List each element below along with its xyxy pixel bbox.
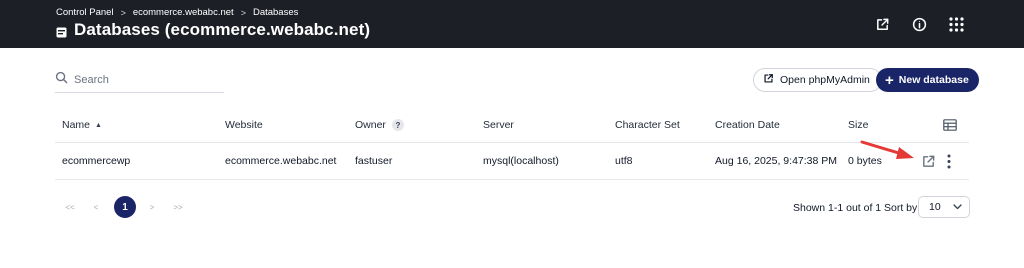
- table-row[interactable]: ecommercewp ecommerce.webabc.net fastuse…: [55, 143, 969, 180]
- column-header-owner[interactable]: Owner ?: [355, 108, 404, 142]
- plus-icon: +: [885, 71, 894, 89]
- open-phpmyadmin-label: Open phpMyAdmin: [780, 74, 870, 86]
- cell-character-set: utf8: [615, 155, 633, 167]
- column-header-label: Size: [848, 119, 869, 131]
- search-box: [55, 68, 224, 93]
- page-title-text: Databases (ecommerce.webabc.net): [74, 20, 371, 39]
- page-title: Databases (ecommerce.webabc.net): [56, 20, 370, 40]
- cell-creation-date: Aug 16, 2025, 9:47:38 PM: [715, 155, 838, 167]
- breadcrumb-control-panel[interactable]: Control Panel: [56, 7, 114, 18]
- search-input[interactable]: [74, 74, 214, 86]
- more-options-icon[interactable]: [946, 154, 952, 174]
- header-actions: [855, 14, 966, 34]
- last-page-button[interactable]: >>: [166, 196, 190, 218]
- sort-ascending-icon: ▲: [95, 121, 102, 129]
- sort-by-label: Sort by: [884, 202, 918, 214]
- databases-table: Name ▲ Website Owner ? Server Character …: [55, 108, 969, 180]
- column-header-character-set[interactable]: Character Set: [615, 108, 680, 142]
- breadcrumb-separator: >: [240, 7, 246, 18]
- breadcrumb-databases: Databases: [252, 7, 299, 18]
- database-icon: [56, 25, 67, 37]
- next-page-button[interactable]: >: [140, 196, 164, 218]
- breadcrumb-separator: >: [120, 7, 126, 18]
- apps-grid-icon[interactable]: [946, 14, 966, 34]
- top-bar: Control Panel > ecommerce.webabc.net > D…: [0, 0, 1024, 48]
- previous-page-button[interactable]: <: [84, 196, 108, 218]
- pagination: << < 1 > >>: [58, 196, 192, 218]
- column-header-label: Name: [62, 119, 91, 131]
- chevron-down-icon: [953, 201, 962, 213]
- open-phpmyadmin-button[interactable]: Open phpMyAdmin: [753, 68, 882, 92]
- column-header-size[interactable]: Size: [848, 108, 868, 142]
- column-header-label: Creation Date: [715, 119, 780, 131]
- first-page-button[interactable]: <<: [58, 196, 82, 218]
- column-header-label: Server: [483, 119, 514, 131]
- cell-owner: fastuser: [355, 155, 393, 167]
- cell-name[interactable]: ecommercewp: [62, 143, 130, 179]
- info-icon[interactable]: [909, 14, 929, 34]
- external-link-icon: [763, 73, 780, 87]
- column-header-label: Owner: [355, 119, 386, 131]
- column-header-label: Character Set: [615, 119, 680, 131]
- column-settings-icon[interactable]: [943, 118, 957, 136]
- page-1-button[interactable]: 1: [114, 196, 136, 218]
- cell-website: ecommerce.webabc.net: [225, 155, 337, 167]
- breadcrumb: Control Panel > ecommerce.webabc.net > D…: [56, 7, 298, 18]
- search-icon: [55, 71, 74, 89]
- external-link-icon[interactable]: [872, 14, 892, 34]
- annotation-arrow: [860, 140, 914, 159]
- table-header: Name ▲ Website Owner ? Server Character …: [55, 108, 969, 143]
- new-database-label: New database: [898, 74, 969, 86]
- column-header-website[interactable]: Website: [225, 108, 263, 142]
- column-header-server[interactable]: Server: [483, 108, 514, 142]
- cell-server: mysql(localhost): [483, 155, 559, 167]
- page-size-select[interactable]: 10: [918, 196, 970, 218]
- open-database-icon[interactable]: [921, 154, 936, 174]
- breadcrumb-domain[interactable]: ecommerce.webabc.net: [133, 7, 234, 18]
- column-header-label: Website: [225, 119, 263, 131]
- results-summary: Shown 1-1 out of 1: [793, 202, 882, 214]
- page-size-value: 10: [929, 201, 941, 213]
- column-header-name[interactable]: Name ▲: [62, 108, 102, 142]
- column-header-creation-date[interactable]: Creation Date: [715, 108, 780, 142]
- help-icon[interactable]: ?: [391, 119, 404, 131]
- new-database-button[interactable]: + New database: [876, 68, 979, 92]
